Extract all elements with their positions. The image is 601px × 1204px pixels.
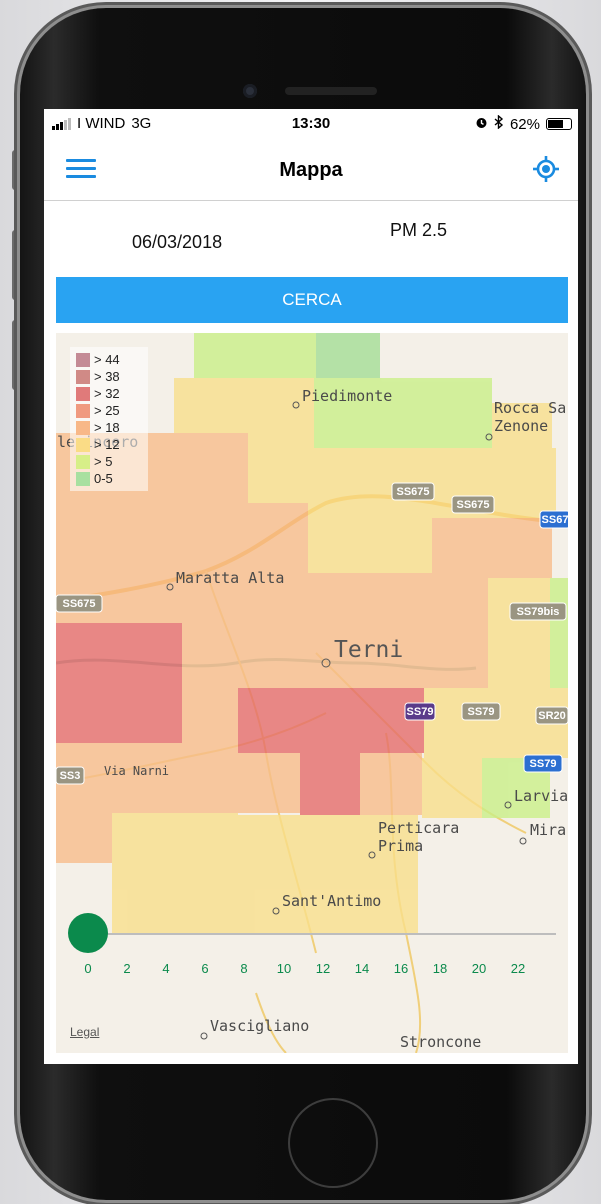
legend-item: > 25 bbox=[76, 402, 142, 419]
slider-tick-label: 22 bbox=[510, 961, 526, 976]
status-bar: I WIND 3G 13:30 62% bbox=[44, 109, 578, 137]
bluetooth-icon bbox=[494, 114, 504, 133]
slider-tick-label: 16 bbox=[393, 961, 409, 976]
road-label: SS675 bbox=[396, 486, 429, 498]
date-picker[interactable]: 06/03/2018 bbox=[132, 232, 222, 253]
slider-thumb[interactable] bbox=[68, 913, 108, 953]
slider-tick-label: 0 bbox=[84, 961, 92, 976]
battery-percentage: 62% bbox=[509, 115, 540, 133]
slider-ticks: 0 2 4 6 8 10 12 14 16 18 20 22 bbox=[56, 961, 568, 979]
legend-label: 0-5 bbox=[94, 471, 113, 486]
slider-tick-label: 12 bbox=[315, 961, 331, 976]
road-label: SS675 bbox=[456, 499, 489, 511]
map-legend: > 44 > 38 > 32 > 25 > 18 > 12 > 5 0-5 bbox=[70, 347, 148, 491]
road-label: SS79 bbox=[407, 706, 434, 718]
heat-cell bbox=[550, 578, 568, 688]
road-label: SS67 bbox=[542, 514, 568, 526]
legend-label: > 25 bbox=[94, 403, 120, 418]
app-screen: I WIND 3G 13:30 62% Mappa 06/03/2018 PM … bbox=[44, 109, 578, 1064]
legend-item: > 12 bbox=[76, 436, 142, 453]
heat-cell bbox=[308, 518, 432, 573]
place-label: Larvia bbox=[514, 787, 568, 805]
legend-swatch bbox=[76, 352, 90, 367]
heat-cell bbox=[238, 688, 424, 753]
heat-cell bbox=[308, 573, 488, 688]
heat-cell bbox=[316, 333, 380, 378]
legend-item: > 5 bbox=[76, 453, 142, 470]
navigation-bar: Mappa bbox=[44, 137, 578, 201]
road-label: SS79 bbox=[530, 758, 557, 770]
heat-cell bbox=[300, 753, 360, 815]
filter-row: 06/03/2018 PM 2.5 bbox=[44, 201, 578, 273]
road-label: SS79bis bbox=[517, 606, 560, 618]
slider-tick-label: 6 bbox=[201, 961, 209, 976]
road-label: SR20 bbox=[538, 710, 566, 722]
location-target-icon[interactable] bbox=[532, 155, 560, 183]
heat-cell bbox=[182, 623, 308, 688]
front-camera bbox=[243, 84, 257, 98]
earpiece-speaker bbox=[285, 87, 377, 95]
search-button[interactable]: CERCA bbox=[56, 277, 568, 323]
legend-label: > 12 bbox=[94, 437, 120, 452]
place-label: Maratta Alta bbox=[176, 569, 284, 587]
legal-link[interactable]: Legal bbox=[70, 1025, 99, 1039]
legend-item: > 44 bbox=[76, 351, 142, 368]
road-label: SS675 bbox=[62, 598, 95, 610]
legend-swatch bbox=[76, 420, 90, 435]
heat-cell bbox=[422, 758, 482, 818]
place-label: Terni bbox=[334, 637, 403, 663]
legend-swatch bbox=[76, 471, 90, 486]
place-label: Stroncone bbox=[400, 1033, 481, 1051]
place-label: Perticara bbox=[378, 819, 459, 837]
legend-label: > 44 bbox=[94, 352, 120, 367]
legend-item: > 38 bbox=[76, 368, 142, 385]
place-label: Sant'Antimo bbox=[282, 892, 381, 910]
place-label: Via Narni bbox=[104, 764, 169, 778]
place-label: Zenone bbox=[494, 417, 548, 435]
place-label: Vascigliano bbox=[210, 1017, 309, 1035]
legend-swatch bbox=[76, 386, 90, 401]
legend-label: > 5 bbox=[94, 454, 113, 469]
slider-tick-label: 4 bbox=[162, 961, 170, 976]
place-label: Rocca Sa bbox=[494, 399, 566, 417]
slider-tick-label: 2 bbox=[123, 961, 131, 976]
heat-cell bbox=[182, 688, 238, 743]
legend-swatch bbox=[76, 454, 90, 469]
device-frame: I WIND 3G 13:30 62% Mappa 06/03/2018 PM … bbox=[0, 0, 601, 1204]
legend-swatch bbox=[76, 369, 90, 384]
legend-swatch bbox=[76, 403, 90, 418]
slider-tick-label: 20 bbox=[471, 961, 487, 976]
slider-tick-label: 18 bbox=[432, 961, 448, 976]
time-slider[interactable]: 0 2 4 6 8 10 12 14 16 18 20 22 bbox=[56, 913, 568, 983]
legend-label: > 38 bbox=[94, 369, 120, 384]
page-title: Mappa bbox=[279, 159, 343, 181]
legend-swatch bbox=[76, 437, 90, 452]
battery-icon bbox=[546, 118, 572, 130]
place-label: Prima bbox=[378, 837, 423, 855]
alarm-icon bbox=[475, 116, 488, 133]
legend-label: > 18 bbox=[94, 420, 120, 435]
home-button[interactable] bbox=[288, 1098, 378, 1188]
pollutant-selector[interactable]: PM 2.5 bbox=[390, 220, 447, 241]
heat-cell bbox=[432, 518, 552, 578]
legend-item: > 18 bbox=[76, 419, 142, 436]
pollution-map[interactable]: SS675 SS675 SS67 SS675 SS79bis SS79 SS79… bbox=[56, 333, 568, 1053]
slider-tick-label: 10 bbox=[276, 961, 292, 976]
legend-item: > 32 bbox=[76, 385, 142, 402]
heat-cell bbox=[238, 753, 300, 813]
legend-label: > 32 bbox=[94, 386, 120, 401]
place-label: Mira bbox=[530, 821, 566, 839]
slider-tick-label: 8 bbox=[240, 961, 248, 976]
heat-cell bbox=[360, 753, 422, 815]
heat-cell bbox=[194, 333, 318, 378]
road-label: SS3 bbox=[60, 770, 81, 782]
slider-tick-label: 14 bbox=[354, 961, 370, 976]
legend-item: 0-5 bbox=[76, 470, 142, 487]
place-label: Piedimonte bbox=[302, 387, 392, 405]
slider-track[interactable] bbox=[88, 933, 556, 935]
heat-cell bbox=[56, 623, 182, 743]
road-label: SS79 bbox=[468, 706, 495, 718]
